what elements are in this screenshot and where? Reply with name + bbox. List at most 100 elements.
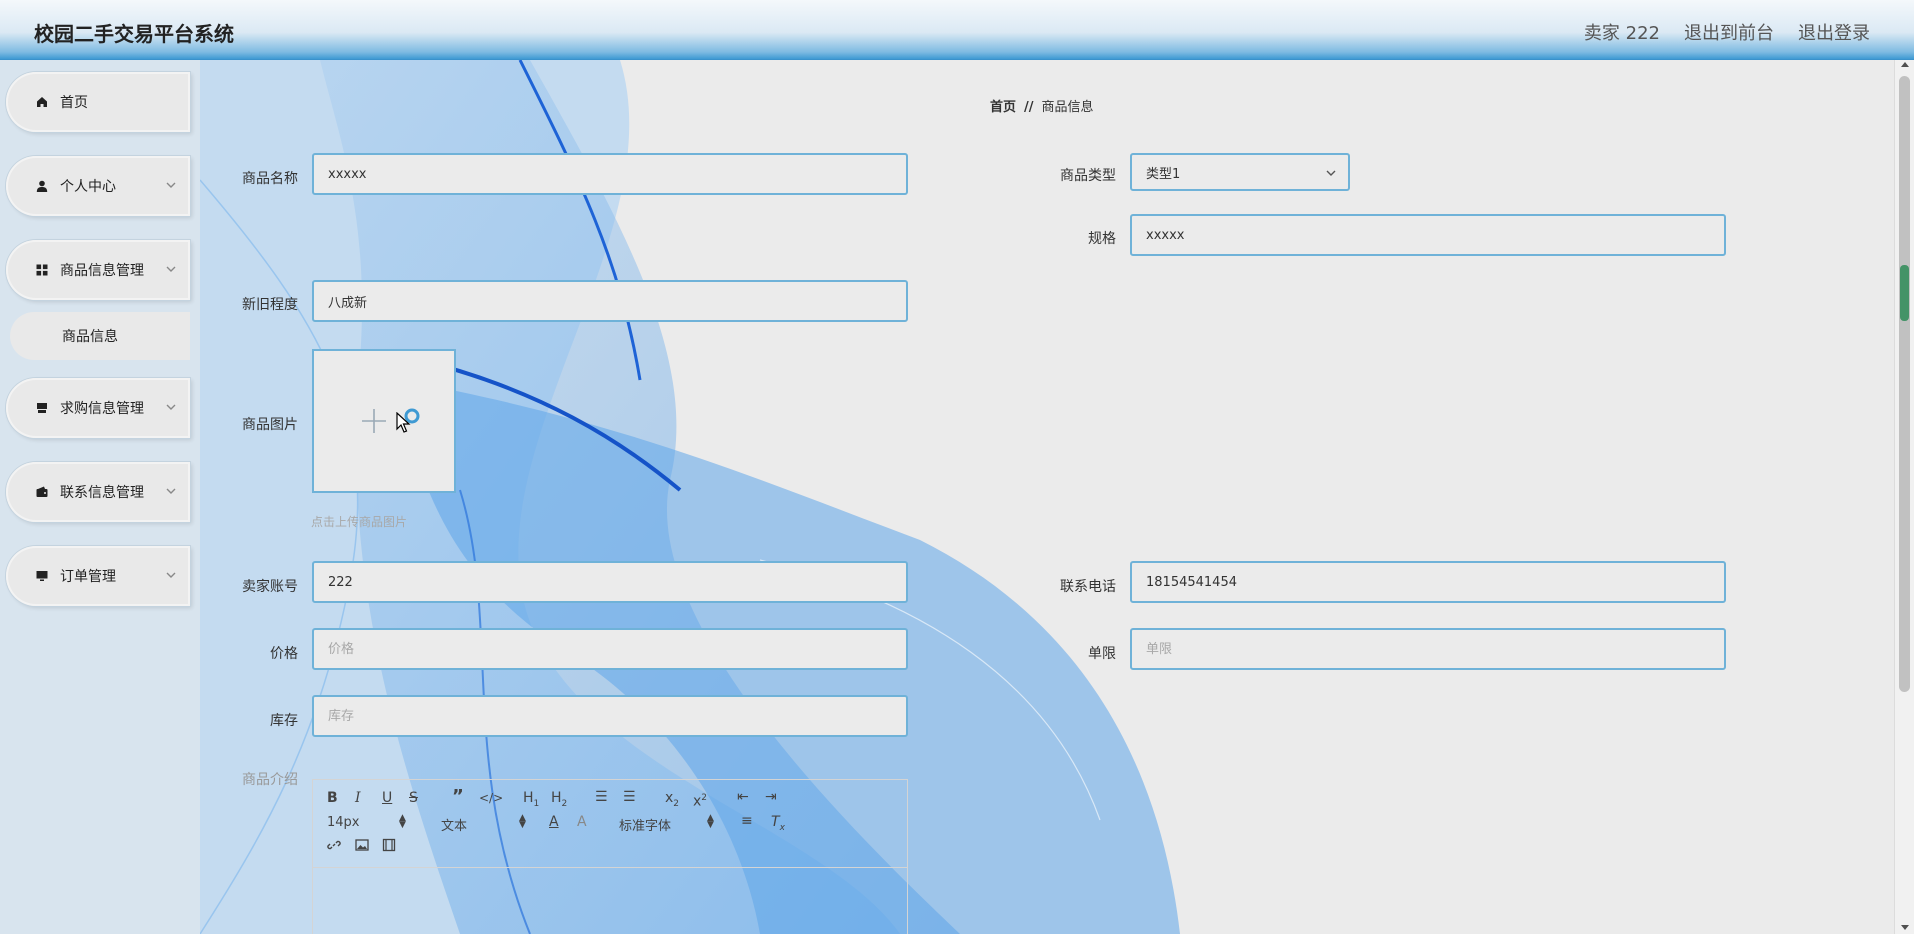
blockquote-icon[interactable]: ”: [452, 788, 464, 806]
rich-text-editor: B I U S ” </> H1 H2 ☰ ☰ x2 x2 ⇤ ⇥ 14px ▲…: [312, 779, 908, 934]
sidebar-item-purchase-management[interactable]: 求购信息管理: [6, 378, 190, 438]
background-color-icon[interactable]: A: [577, 814, 587, 830]
underline-icon[interactable]: U: [382, 790, 392, 806]
product-type-value: 类型1: [1146, 166, 1181, 182]
sidebar: 首页 个人中心 商品信息管理 商品信息 求购信息管理 联系信息管理 订单管理: [0, 60, 200, 934]
sidebar-item-label: 首页: [60, 95, 88, 111]
header-select-value: 文本: [441, 819, 468, 834]
sidebar-item-product-management[interactable]: 商品信息管理: [6, 240, 190, 300]
superscript-icon[interactable]: x2: [693, 790, 707, 810]
seller-account-input[interactable]: [312, 561, 908, 603]
price-label: 价格: [270, 646, 298, 662]
product-name-input[interactable]: [312, 153, 908, 195]
chevron-down-icon: [166, 572, 176, 578]
sidebar-item-home[interactable]: 首页: [6, 72, 190, 132]
spec-input[interactable]: [1130, 214, 1726, 256]
breadcrumb-home[interactable]: 首页: [990, 100, 1016, 115]
product-type-select[interactable]: 类型1: [1130, 153, 1350, 191]
stock-label: 库存: [270, 713, 298, 729]
sidebar-item-label: 联系信息管理: [60, 485, 144, 501]
subscript-icon[interactable]: x2: [665, 790, 679, 812]
intro-label: 商品介绍: [242, 772, 298, 788]
header-actions: 卖家 222 退出到前台 退出登录: [1584, 19, 1870, 45]
breadcrumb-separator: //: [1024, 100, 1034, 115]
exit-to-front-link[interactable]: 退出到前台: [1684, 19, 1774, 45]
chevron-down-icon: [1326, 170, 1336, 176]
bullet-list-icon[interactable]: ☰: [623, 789, 636, 805]
plus-icon: [362, 408, 420, 433]
chevron-down-icon: [166, 488, 176, 494]
heading1-icon[interactable]: H1: [523, 790, 539, 812]
upload-tip: 点击上传商品图片: [311, 515, 408, 529]
clear-format-icon[interactable]: Tx: [771, 814, 785, 836]
app-title: 校园二手交易平台系统: [34, 22, 234, 46]
user-icon: [34, 178, 50, 194]
select-arrows-icon: ▲ ▼: [519, 813, 526, 830]
link-icon[interactable]: [327, 838, 341, 856]
logout-link[interactable]: 退出登录: [1798, 19, 1870, 45]
bold-icon[interactable]: B: [327, 790, 338, 806]
image-icon[interactable]: [355, 838, 369, 856]
stock-input[interactable]: [312, 695, 908, 737]
chevron-down-icon: [166, 266, 176, 272]
align-icon[interactable]: ≡: [741, 813, 753, 829]
sidebar-subitem-label: 商品信息: [62, 329, 118, 345]
editor-content-area[interactable]: [313, 868, 907, 934]
spec-label: 规格: [1088, 231, 1116, 247]
price-input[interactable]: [312, 628, 908, 670]
sidebar-item-personal-center[interactable]: 个人中心: [6, 156, 190, 216]
italic-icon[interactable]: I: [355, 790, 361, 806]
sidebar-subitem-product-info[interactable]: 商品信息: [10, 312, 190, 360]
mouse-cursor-icon: [396, 412, 411, 433]
sidebar-item-contact-management[interactable]: 联系信息管理: [6, 462, 190, 522]
scrollbar-marker: [1900, 265, 1909, 321]
ordered-list-icon[interactable]: ☰: [595, 789, 608, 805]
sidebar-item-label: 求购信息管理: [60, 401, 144, 417]
product-name-label: 商品名称: [242, 171, 298, 187]
heading2-icon[interactable]: H2: [551, 790, 567, 812]
breadcrumb: 首页 // 商品信息: [990, 96, 1094, 115]
sidebar-item-label: 个人中心: [60, 179, 116, 195]
wallet-icon: [34, 484, 50, 500]
top-bar: 校园二手交易平台系统 卖家 222 退出到前台 退出登录: [0, 0, 1914, 60]
monitor-icon: [34, 568, 50, 584]
header-select[interactable]: 文本 ▲ ▼: [441, 813, 526, 835]
home-icon: [34, 94, 50, 110]
code-block-icon[interactable]: </>: [479, 790, 503, 806]
font-size-select[interactable]: 14px ▲ ▼: [327, 813, 409, 831]
condition-input[interactable]: [312, 280, 908, 322]
product-image-label: 商品图片: [242, 417, 298, 433]
limit-input[interactable]: [1130, 628, 1726, 670]
sidebar-item-order-management[interactable]: 订单管理: [6, 546, 190, 606]
page-scrollbar[interactable]: [1894, 60, 1914, 934]
seller-account-label: 卖家账号: [242, 579, 298, 595]
shop-icon: [34, 400, 50, 416]
indent-icon[interactable]: ⇥: [765, 789, 777, 805]
editor-toolbar: B I U S ” </> H1 H2 ☰ ☰ x2 x2 ⇤ ⇥ 14px ▲…: [313, 780, 907, 868]
outdent-icon[interactable]: ⇤: [737, 789, 749, 805]
chevron-down-icon: [166, 404, 176, 410]
select-arrows-icon: ▲ ▼: [399, 813, 406, 830]
sidebar-item-label: 商品信息管理: [60, 263, 144, 279]
grid-icon: [34, 262, 50, 278]
phone-label: 联系电话: [1060, 579, 1116, 595]
video-icon[interactable]: [382, 838, 396, 856]
scroll-up-arrow-icon[interactable]: [1901, 62, 1909, 67]
select-arrows-icon: ▲ ▼: [707, 813, 714, 830]
font-size-value: 14px: [327, 815, 360, 830]
current-user-label: 卖家 222: [1583, 23, 1660, 44]
breadcrumb-current: 商品信息: [1041, 100, 1094, 115]
condition-label: 新旧程度: [242, 297, 298, 313]
chevron-down-icon: [166, 182, 176, 188]
scroll-down-arrow-icon[interactable]: [1901, 925, 1909, 930]
image-upload-box[interactable]: [312, 349, 456, 493]
scrollbar-thumb[interactable]: [1899, 76, 1910, 692]
phone-input[interactable]: [1130, 561, 1726, 603]
text-color-icon[interactable]: A: [549, 814, 559, 830]
product-type-label: 商品类型: [1060, 168, 1116, 184]
sidebar-item-label: 订单管理: [60, 569, 116, 585]
font-family-select[interactable]: 标准字体 ▲ ▼: [619, 813, 715, 835]
strikethrough-icon[interactable]: S: [409, 790, 418, 806]
main-content: 首页 // 商品信息 商品名称 商品类型 类型1 规格 新旧程度 商品图片 点击上传…: [200, 60, 1894, 934]
font-family-value: 标准字体: [619, 819, 672, 834]
